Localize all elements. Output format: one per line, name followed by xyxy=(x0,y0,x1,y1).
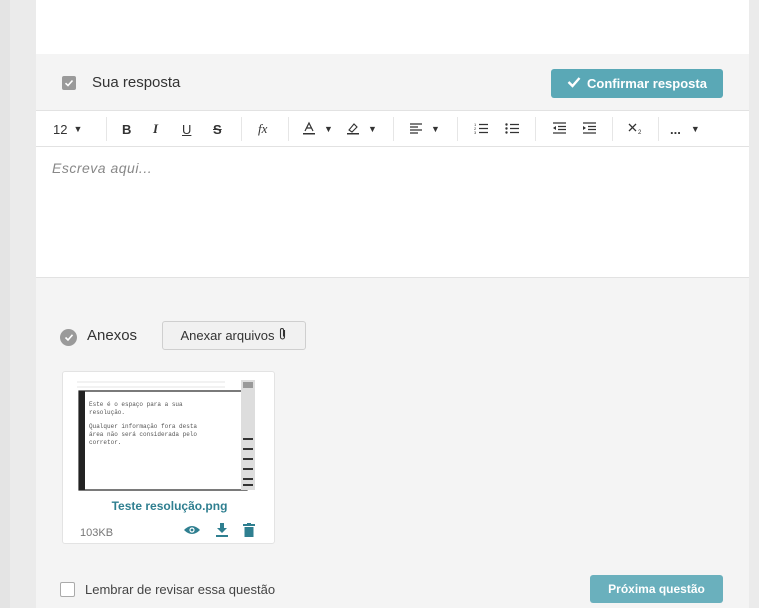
underline-button[interactable]: U xyxy=(182,120,191,138)
formula-button[interactable]: fx xyxy=(258,120,267,138)
attachment-file-size: 103KB xyxy=(80,527,114,539)
font-size-dropdown[interactable]: 12 ▼ xyxy=(53,120,82,138)
caret-down-icon: ▼ xyxy=(73,124,83,134)
more-options-dropdown[interactable]: ... ▼ xyxy=(670,120,700,138)
caret-down-icon: ▼ xyxy=(368,124,377,134)
attachment-actions xyxy=(183,523,255,542)
remember-review-label: Lembrar de revisar essa questão xyxy=(85,582,276,597)
check-circle-icon xyxy=(60,329,77,346)
toolbar-divider xyxy=(535,117,536,141)
paperclip-icon xyxy=(279,327,287,344)
font-size-value: 12 xyxy=(53,121,68,137)
align-left-icon xyxy=(409,122,423,137)
answer-title: Sua resposta xyxy=(92,74,181,91)
remember-review-option[interactable]: Lembrar de revisar essa questão xyxy=(60,582,275,597)
strikethrough-button[interactable]: S xyxy=(213,120,222,138)
ordered-list-button[interactable]: 123 xyxy=(474,120,489,138)
thumbnail-text-line: resolução. xyxy=(89,409,125,416)
italic-button[interactable]: I xyxy=(153,120,158,138)
confirm-answer-button[interactable]: Confirmar resposta xyxy=(551,69,723,98)
svg-text:2: 2 xyxy=(638,130,642,135)
attachments-title: Anexos xyxy=(87,327,138,344)
toolbar-divider xyxy=(106,117,107,141)
caret-down-icon: ▼ xyxy=(431,124,440,134)
bold-button[interactable]: B xyxy=(122,120,131,138)
attachment-card[interactable]: Este é o espaço para a sua resolução. Qu… xyxy=(62,371,275,544)
toolbar-divider xyxy=(612,117,613,141)
indent-icon xyxy=(582,121,597,137)
question-panel: Sua resposta Confirmar resposta 12 ▼ B I… xyxy=(36,0,749,608)
thumbnail-text-line: Este é o espaço para a sua xyxy=(89,401,183,408)
toolbar-divider xyxy=(241,117,242,141)
subscript-button[interactable]: 2 xyxy=(628,120,644,138)
toolbar-divider xyxy=(288,117,289,141)
toolbar-divider xyxy=(457,117,458,141)
ordered-list-icon: 123 xyxy=(474,122,489,137)
attachments-section: Anexos Anexar arquivos Este é o espaço p… xyxy=(36,278,749,608)
check-icon xyxy=(567,76,581,91)
align-dropdown[interactable]: ▼ xyxy=(409,120,440,138)
confirm-answer-label: Confirmar resposta xyxy=(587,76,707,91)
download-icon[interactable] xyxy=(215,523,229,542)
indent-button[interactable] xyxy=(582,120,597,138)
toolbar-divider xyxy=(658,117,659,141)
bullet-list-icon xyxy=(505,122,520,137)
more-options-label: ... xyxy=(670,121,681,137)
thumbnail-text-line: corretor. xyxy=(89,439,121,446)
checkbox-check-icon xyxy=(62,76,76,90)
eye-icon[interactable] xyxy=(183,523,201,542)
text-color-icon xyxy=(302,121,316,138)
thumbnail-text-line: área não será considerada pelo xyxy=(89,431,197,438)
attach-files-button[interactable]: Anexar arquivos xyxy=(162,321,306,350)
text-color-dropdown[interactable]: ▼ xyxy=(302,120,333,138)
caret-down-icon: ▼ xyxy=(690,124,700,134)
subscript-icon: 2 xyxy=(628,121,644,138)
highlight-color-dropdown[interactable]: ▼ xyxy=(346,120,377,138)
svg-text:3: 3 xyxy=(474,130,477,134)
outdent-button[interactable] xyxy=(552,120,567,138)
attachment-thumbnail[interactable]: Este é o espaço para a sua resolução. Qu… xyxy=(75,378,259,493)
answer-editor[interactable]: Escreva aqui... xyxy=(36,147,749,278)
toolbar-divider xyxy=(393,117,394,141)
trash-icon[interactable] xyxy=(243,523,255,542)
caret-down-icon: ▼ xyxy=(324,124,333,134)
highlighter-icon xyxy=(346,121,360,138)
thumbnail-text-line: Qualquer informação fora desta xyxy=(89,423,197,430)
editor-placeholder: Escreva aqui... xyxy=(52,160,153,176)
bullet-list-button[interactable] xyxy=(505,120,520,138)
question-content-area xyxy=(36,0,749,54)
attach-files-label: Anexar arquivos xyxy=(180,328,275,343)
remember-review-checkbox[interactable] xyxy=(60,582,75,597)
left-strip xyxy=(0,0,10,608)
attachment-file-name[interactable]: Teste resolução.png xyxy=(63,499,276,513)
outdent-icon xyxy=(552,121,567,137)
next-question-button[interactable]: Próxima questão xyxy=(590,575,723,603)
answer-header: Sua resposta Confirmar resposta xyxy=(36,54,749,110)
editor-toolbar: 12 ▼ B I U S fx ▼ ▼ ▼ 1 2 3 2 ... ▼ xyxy=(36,110,749,147)
